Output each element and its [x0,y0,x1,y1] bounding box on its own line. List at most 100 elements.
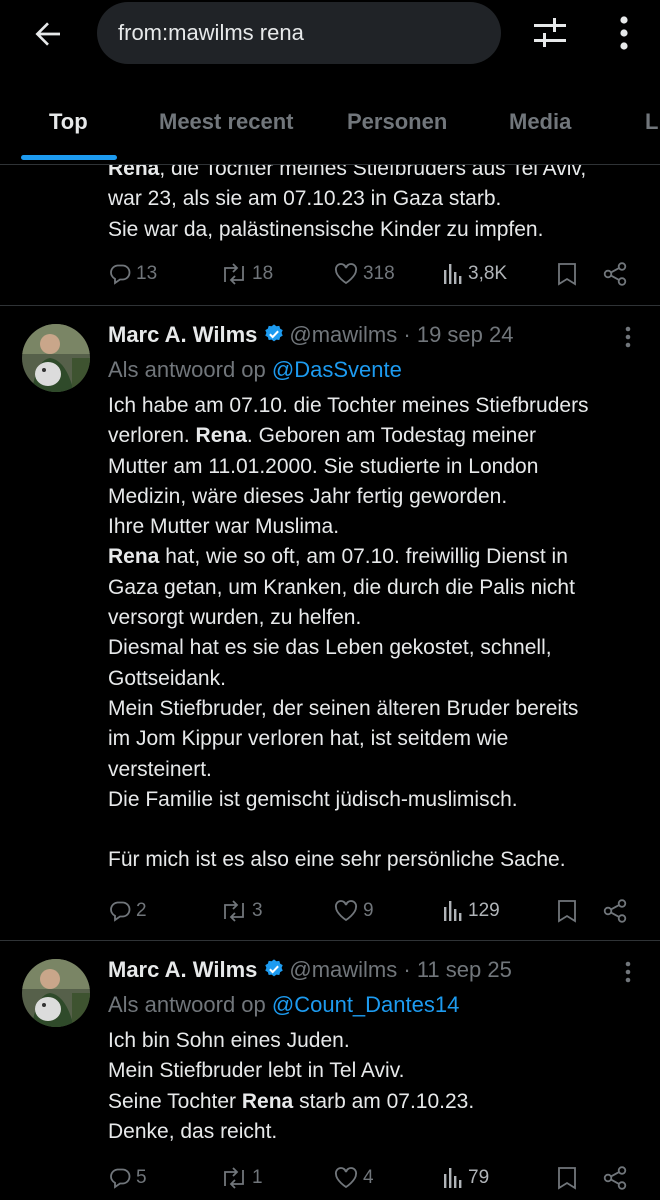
filter-icon [534,18,566,47]
bookmark-button[interactable] [556,893,578,929]
tweet-line: Denke, das reicht. [108,1119,278,1143]
tweet-line: Diesmal hat es sie das Leben gekostet, s… [108,636,552,660]
tweet-line: starb am 07.10.23. [293,1089,475,1113]
author-name[interactable]: Marc A. Wilms [108,957,257,982]
highlight-rena: Rena [195,424,247,448]
tweet-line: Sie war da, palästinensische Kinder zu i… [108,217,544,241]
filter-button[interactable] [527,12,573,54]
share-button[interactable] [602,256,628,292]
repost-icon [224,1167,244,1189]
avatar[interactable] [22,959,90,1027]
tweet-date[interactable]: 11 sep 25 [417,957,512,982]
like-count: 9 [363,900,374,921]
reply-mention[interactable]: @Count_Dantes14 [272,992,459,1017]
separator-dot: · [403,322,411,347]
tweet-actions: 2 3 9 129 [0,893,660,929]
top-bar [0,0,660,70]
tweet-line: versorgt wurden, zu helfen. [108,606,362,630]
bookmark-icon [558,900,576,923]
tab-meest-recent[interactable]: Meest recent [159,109,294,135]
tweet-text: Rena, die Tochter meines Stiefbruders au… [108,165,638,245]
like-icon [335,263,357,285]
bookmark-button[interactable] [556,256,578,292]
tweet-line: Ich bin Sohn eines Juden. [108,1029,350,1052]
tweet-line: Mutter am 11.01.2000. Sie studierte in L… [108,454,539,478]
like-button[interactable]: 9 [333,893,374,929]
tweet-more-button[interactable] [616,322,640,352]
views-button[interactable]: 79 [442,1160,489,1196]
views-count: 129 [468,900,500,921]
reply-button[interactable]: 5 [108,1160,147,1196]
tweet-line: im Jom Kippur verloren hat, ist seitdem … [108,727,509,751]
avatar[interactable] [22,324,90,392]
tabs-divider [0,164,660,165]
verified-icon [263,323,285,345]
tab-lists[interactable]: Li [645,109,660,135]
bookmark-icon [558,1167,576,1190]
like-icon [335,900,357,922]
reply-icon [110,1168,131,1189]
author-name[interactable]: Marc A. Wilms [108,322,257,347]
reply-button[interactable]: 2 [108,893,147,929]
views-icon [444,1168,462,1188]
author-handle[interactable]: @mawilms [289,957,397,982]
tab-top[interactable]: Top [49,109,88,135]
views-button[interactable]: 129 [442,893,500,929]
tweet[interactable]: Marc A. Wilms @mawilms · 11 sep 25 Als an… [0,941,660,1200]
views-button[interactable]: 3,8K [442,256,507,292]
more-options-button[interactable] [606,12,642,54]
more-vertical-icon [625,961,631,983]
active-tab-indicator [21,155,117,160]
repost-button[interactable]: 3 [220,893,263,929]
tweet-line: Für mich ist es also eine sehr persönlic… [108,848,566,872]
share-icon [603,262,627,286]
tweet-header: Marc A. Wilms @mawilms · 11 sep 25 [108,957,512,983]
tweet-more-button[interactable] [616,957,640,987]
tweet[interactable]: Marc A. Wilms @mawilms · 19 sep 24 Als an… [0,306,660,940]
repost-count: 3 [252,900,263,921]
repost-icon [224,263,244,285]
reply-count: 2 [136,900,147,921]
share-icon [603,899,627,923]
highlight-rena: Rena [241,1089,294,1113]
like-count: 4 [363,1167,374,1188]
like-button[interactable]: 4 [333,1160,374,1196]
author-handle[interactable]: @mawilms [289,322,397,347]
tweet-line: war 23, als sie am 07.10.23 in Gaza star… [108,187,502,211]
search-input[interactable] [97,2,501,64]
tweet-line: Ich habe am 07.10. die Tochter meines St… [108,394,589,417]
reply-prefix: Als antwoord op [108,357,266,382]
tweet-line: hat, wie so oft, am 07.10. freiwillig Di… [159,545,568,569]
reply-icon [110,264,131,285]
reply-button[interactable]: 13 [108,256,157,292]
back-arrow-icon [35,22,60,46]
tweet-line: Seine Tochter [108,1089,242,1113]
reply-icon [110,901,131,922]
reply-count: 5 [136,1167,147,1188]
tweet-line: Ihre Mutter war Muslima. [108,515,340,539]
tweet-date[interactable]: 19 sep 24 [417,322,514,347]
reply-mention[interactable]: @DasSvente [272,357,402,382]
like-button[interactable]: 318 [333,256,395,292]
share-button[interactable] [602,1160,628,1196]
tweet-text: Ich habe am 07.10. die Tochter meines St… [108,391,638,876]
tweet-actions: 5 1 4 79 [0,1160,660,1196]
separator-dot: · [403,957,411,982]
tweet-line: Medizin, wäre dieses Jahr fertig geworde… [108,484,508,508]
repost-button[interactable]: 18 [220,256,273,292]
tweet-line: verloren. [108,424,196,448]
repost-button[interactable]: 1 [220,1160,263,1196]
tab-personen[interactable]: Personen [347,109,447,135]
repost-count: 18 [252,263,274,284]
back-button[interactable] [26,14,70,54]
highlight-rena: Rena [108,545,160,569]
reply-context: Als antwoord op @DasSvente [108,357,402,383]
tab-media[interactable]: Media [509,109,571,135]
bookmark-button[interactable] [556,1160,578,1196]
share-button[interactable] [602,893,628,929]
tweet-header: Marc A. Wilms @mawilms · 19 sep 24 [108,322,513,348]
more-vertical-icon [625,326,631,348]
share-icon [603,1166,627,1190]
more-vertical-icon [620,16,628,50]
